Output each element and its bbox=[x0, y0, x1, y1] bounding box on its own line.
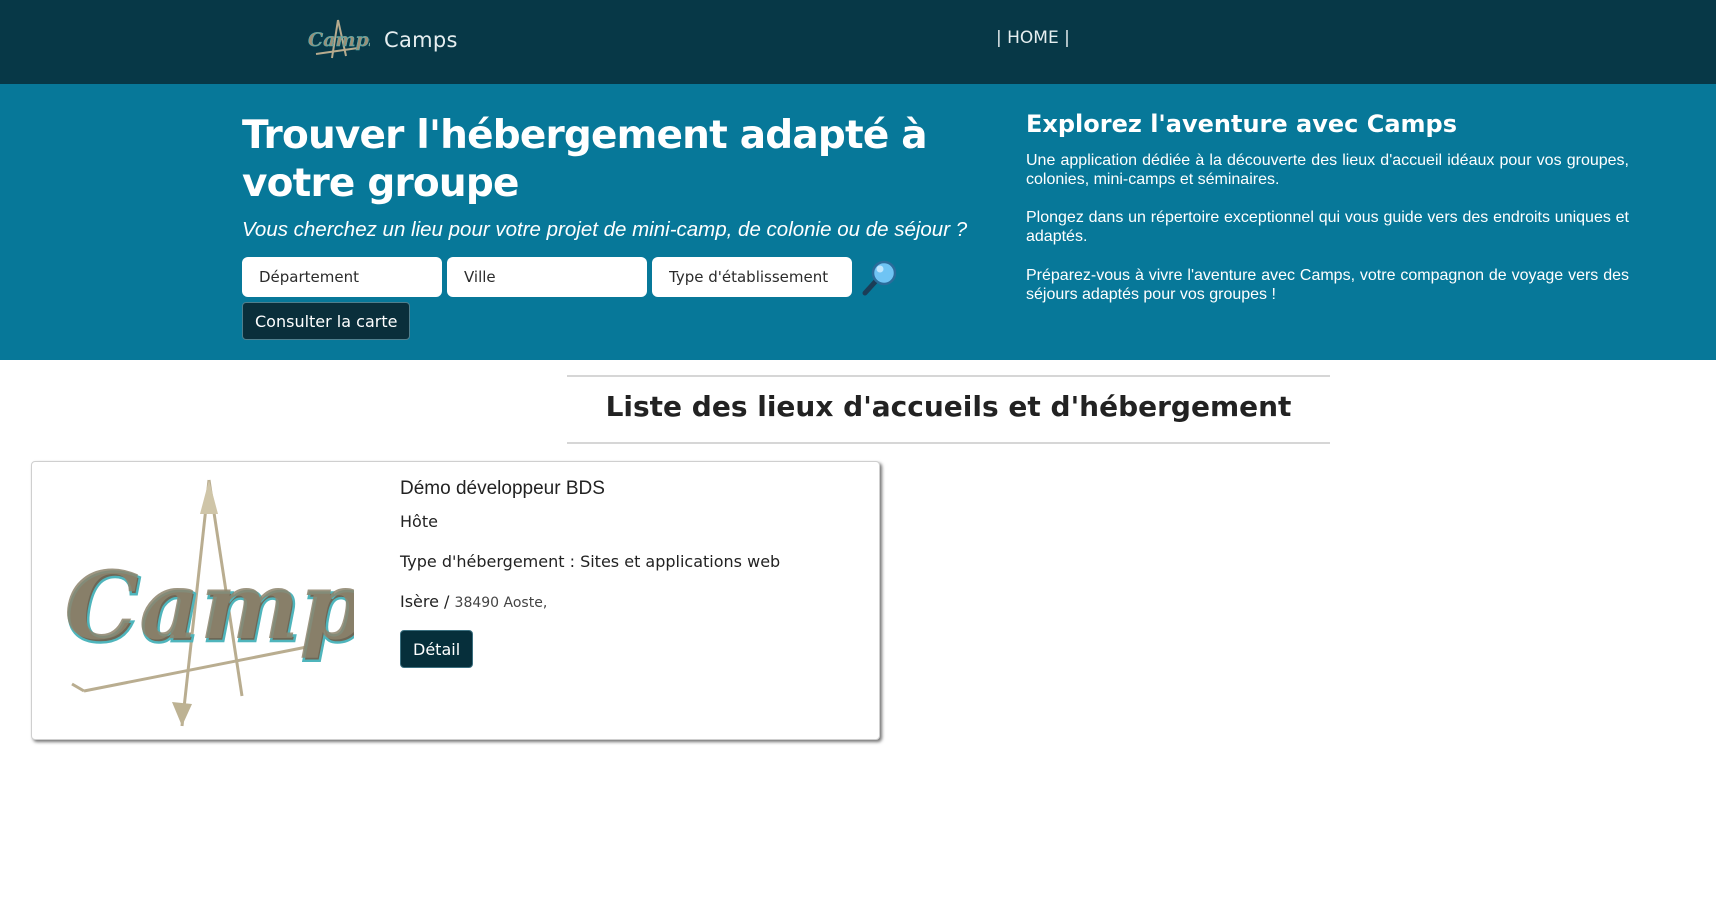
side-paragraph-1: Une application dédiée à la découverte d… bbox=[1026, 152, 1629, 188]
brand-name: Camps bbox=[384, 28, 458, 52]
side-title: Explorez l'aventure avec Camps bbox=[1026, 110, 1457, 138]
svg-text:Camps: Camps bbox=[308, 29, 370, 51]
listing-region: Isère / bbox=[400, 592, 450, 611]
hero-title: Trouver l'hébergement adapté à votre gro… bbox=[242, 113, 928, 206]
listing-name: Démo développeur BDS bbox=[400, 478, 605, 499]
divider-top bbox=[567, 375, 1330, 377]
hero-section: Trouver l'hébergement adapté à votre gro… bbox=[0, 84, 1716, 360]
listing-type: Type d'hébergement : Sites et applicatio… bbox=[400, 552, 781, 571]
brand-link[interactable]: Camps Camps bbox=[306, 18, 458, 62]
top-navbar: Camps Camps | HOME | bbox=[0, 0, 1716, 84]
divider-bottom bbox=[567, 442, 1330, 444]
listing-card: Camps Camps Démo développeur BDS Hôte Ty… bbox=[31, 461, 880, 740]
listing-role: Hôte bbox=[400, 512, 438, 531]
type-etablissement-input[interactable] bbox=[652, 257, 852, 297]
listing-location: Isère / 38490 Aoste, bbox=[400, 592, 547, 611]
departement-input[interactable] bbox=[242, 257, 442, 297]
nav-home-link[interactable]: | HOME | bbox=[996, 28, 1070, 48]
listing-city: 38490 Aoste, bbox=[454, 595, 548, 611]
svg-text:Camps: Camps bbox=[64, 551, 354, 661]
detail-button[interactable]: Détail bbox=[400, 630, 474, 668]
list-title: Liste des lieux d'accueils et d'hébergem… bbox=[605, 390, 1292, 423]
search-button[interactable] bbox=[858, 255, 902, 299]
consult-map-button[interactable]: Consulter la carte bbox=[242, 302, 411, 340]
search-form bbox=[242, 255, 902, 299]
camps-logo-image: Camps Camps bbox=[64, 479, 354, 727]
magnifier-icon bbox=[862, 260, 897, 296]
side-paragraph-2: Plongez dans un répertoire exceptionnel … bbox=[1026, 209, 1629, 245]
ville-input[interactable] bbox=[447, 257, 647, 297]
hero-subtitle: Vous cherchez un lieu pour votre projet … bbox=[242, 218, 968, 241]
camps-logo-small: Camps bbox=[308, 19, 370, 59]
side-paragraph-3: Préparez-vous à vivre l'aventure avec Ca… bbox=[1026, 267, 1629, 303]
